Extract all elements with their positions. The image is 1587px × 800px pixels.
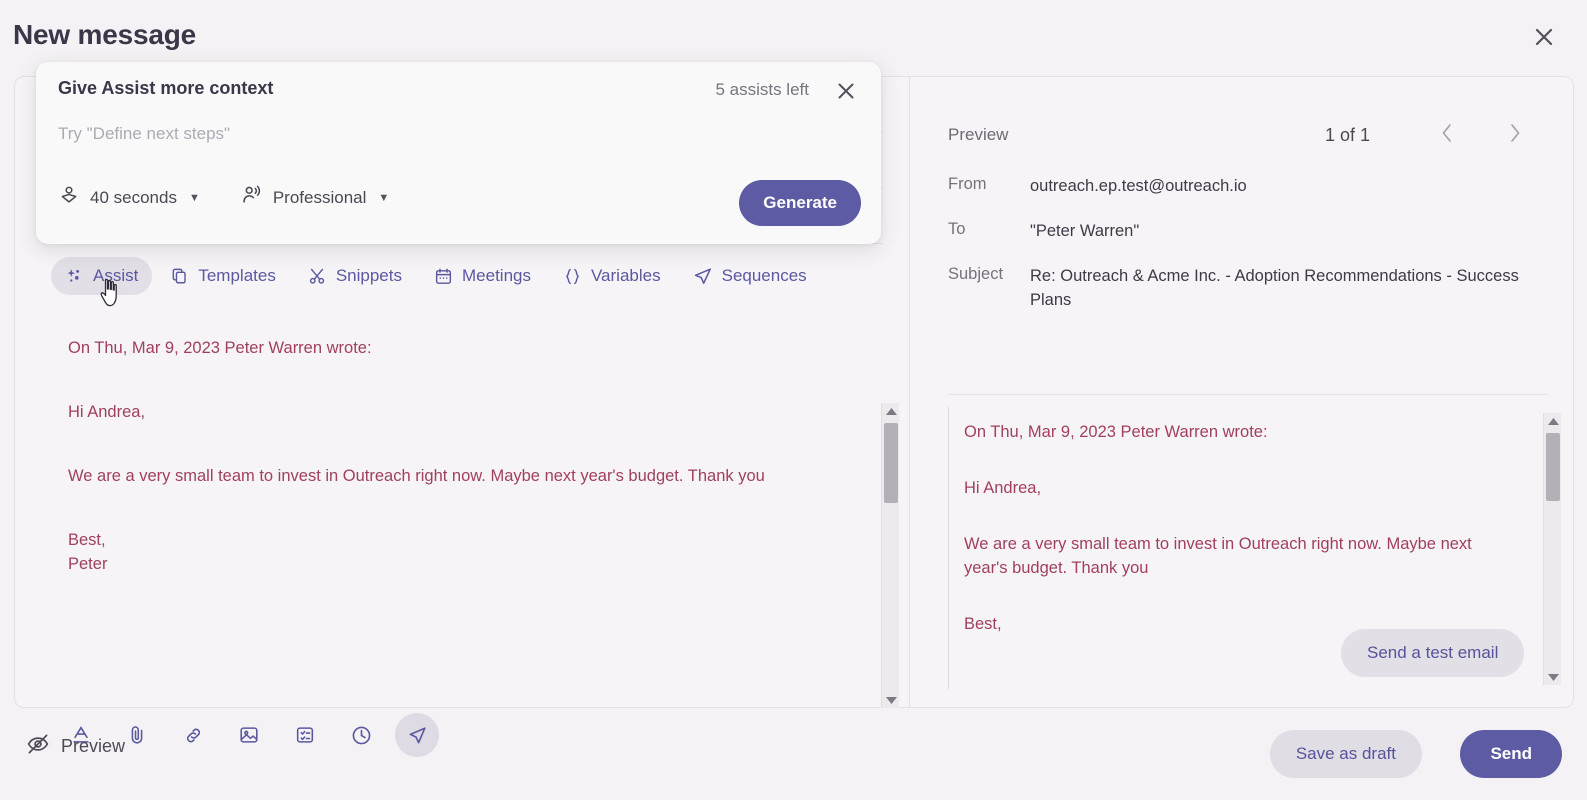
tone-of-voice-icon xyxy=(240,184,263,212)
quote-bar xyxy=(948,407,949,689)
chevron-right-icon[interactable] xyxy=(1506,122,1524,149)
chevron-down-icon: ▼ xyxy=(188,192,200,204)
preview-field-subject-label: Subject xyxy=(948,265,1004,283)
message-body-editor[interactable]: On Thu, Mar 9, 2023 Peter Warren wrote: … xyxy=(15,323,910,630)
assist-duration-select[interactable]: 40 seconds ▼ xyxy=(58,185,200,212)
tab-templates[interactable]: Templates xyxy=(156,257,289,295)
tab-templates-label: Templates xyxy=(198,266,276,285)
preview-scrollbar[interactable] xyxy=(1543,413,1561,685)
tab-assist-label: Assist xyxy=(93,266,139,285)
editor-scrollbar-thumb[interactable] xyxy=(884,423,898,503)
generate-button[interactable]: Generate xyxy=(739,180,861,226)
close-icon[interactable] xyxy=(833,78,859,104)
preview-counter: 1 of 1 xyxy=(1325,124,1371,145)
assist-controls: 40 seconds ▼ Professional ▼ xyxy=(58,184,389,212)
preview-scrollbar-thumb[interactable] xyxy=(1546,433,1560,501)
preview-field-from-value: outreach.ep.test@outreach.io xyxy=(1030,177,1247,195)
chevron-down-icon: ▼ xyxy=(378,192,390,204)
scissors-icon xyxy=(308,267,327,286)
preview-field-from: From outreach.ep.test@outreach.io xyxy=(948,175,1520,199)
preview-field-to-value: "Peter Warren" xyxy=(1030,222,1140,240)
chevron-left-icon[interactable] xyxy=(1438,122,1456,149)
scroll-down-arrow-icon[interactable] xyxy=(1544,669,1562,685)
tab-assist[interactable]: Assist xyxy=(51,257,153,295)
save-as-draft-button[interactable]: Save as draft xyxy=(1269,730,1422,778)
calendar-icon xyxy=(434,267,453,286)
preview-paragraph: Hi Andrea, xyxy=(964,478,1042,497)
preview-field-to-label: To xyxy=(948,220,966,238)
editor-paragraph: Best, xyxy=(68,530,106,549)
tab-variables-label: Variables xyxy=(590,266,661,285)
editor-scrollbar[interactable] xyxy=(881,403,899,708)
editor-paragraph: Hi Andrea, xyxy=(68,402,146,421)
editor-paragraph: On Thu, Mar 9, 2023 Peter Warren wrote: xyxy=(68,339,372,357)
preview-toggle-label: Preview xyxy=(61,736,126,756)
close-icon[interactable] xyxy=(1529,22,1559,52)
tab-snippets-label: Snippets xyxy=(335,266,402,285)
assist-duration-value: 40 seconds xyxy=(90,188,177,207)
preview-field-to: To "Peter Warren" xyxy=(948,220,1520,244)
eye-off-icon xyxy=(26,732,50,761)
paper-plane-icon xyxy=(693,266,713,286)
scroll-down-arrow-icon[interactable] xyxy=(882,692,900,708)
preview-field-from-label: From xyxy=(948,175,987,193)
preview-label: Preview xyxy=(948,125,1009,144)
scroll-up-arrow-icon[interactable] xyxy=(882,403,900,419)
tab-variables[interactable]: Variables xyxy=(549,257,675,295)
send-button[interactable]: Send xyxy=(1460,730,1562,778)
preview-toggle-button[interactable]: Preview xyxy=(26,732,125,761)
preview-divider xyxy=(948,394,1548,395)
scroll-up-arrow-icon[interactable] xyxy=(1544,413,1562,429)
preview-field-subject: Subject Re: Outreach & Acme Inc. - Adopt… xyxy=(948,265,1520,313)
send-test-email-button[interactable]: Send a test email xyxy=(1341,629,1525,677)
reading-time-icon xyxy=(58,185,80,212)
preview-paragraph: We are a very small team to invest in Ou… xyxy=(964,534,1472,577)
assists-left-counter: 5 assists left xyxy=(715,80,809,99)
preview-field-subject-value: Re: Outreach & Acme Inc. - Adoption Reco… xyxy=(1030,267,1519,309)
assist-popup-title: Give Assist more context xyxy=(58,78,274,98)
tab-snippets[interactable]: Snippets xyxy=(294,257,416,295)
assist-context-input[interactable] xyxy=(58,124,848,144)
preview-paragraph: On Thu, Mar 9, 2023 Peter Warren wrote: xyxy=(964,423,1268,441)
insert-toolbar-tabs: Assist Templates Snippets Meetings Varia… xyxy=(51,257,821,295)
braces-icon xyxy=(563,267,582,286)
assist-tone-select[interactable]: Professional ▼ xyxy=(240,184,389,212)
preview-header: Preview 1 of 1 xyxy=(948,123,1548,145)
tab-meetings[interactable]: Meetings xyxy=(420,257,545,295)
tab-sequences[interactable]: Sequences xyxy=(679,257,821,295)
message-body-content: On Thu, Mar 9, 2023 Peter Warren wrote: … xyxy=(68,337,858,577)
assist-context-popup: Give Assist more context 5 assists left … xyxy=(36,62,881,244)
editor-paragraph: Peter xyxy=(68,554,108,573)
tab-sequences-label: Sequences xyxy=(721,266,807,285)
tab-meetings-label: Meetings xyxy=(462,266,531,285)
copy-icon xyxy=(170,267,189,286)
dialog-footer: Preview Save as draft Send xyxy=(0,712,1587,800)
preview-panel: Preview 1 of 1 From outreach.ep.test@out… xyxy=(911,77,1575,709)
editor-paragraph: We are a very small team to invest in Ou… xyxy=(68,466,765,485)
sparkle-icon xyxy=(65,267,84,286)
page-title: New message xyxy=(13,19,197,50)
assist-tone-value: Professional xyxy=(272,188,367,207)
